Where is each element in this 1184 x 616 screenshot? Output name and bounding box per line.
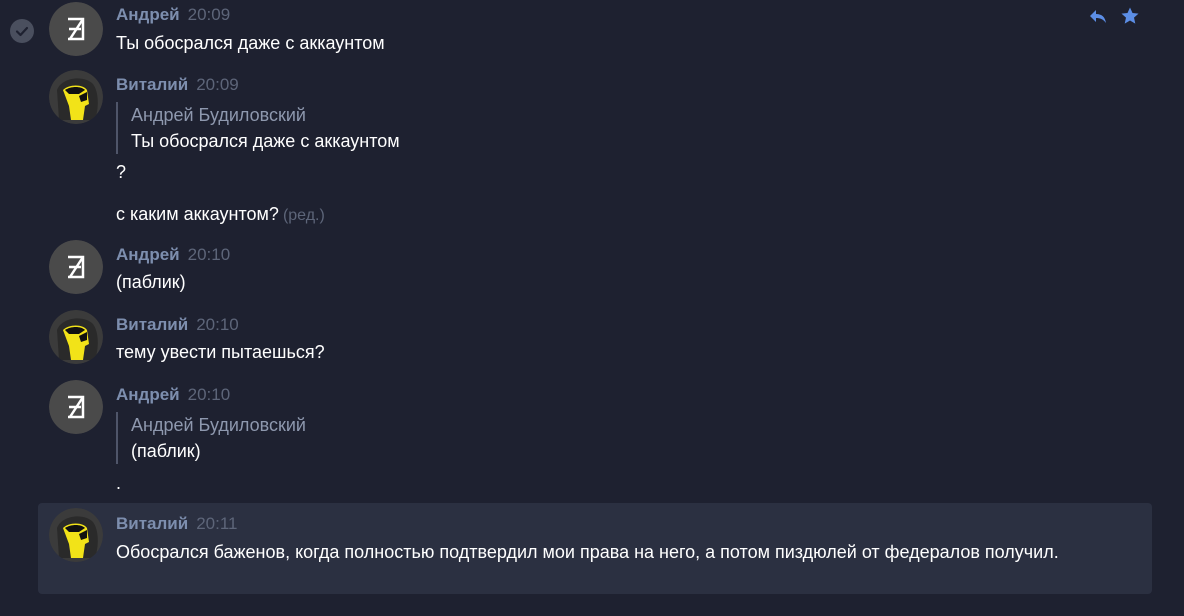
- message-text: с каким аккаунтом?: [116, 204, 279, 224]
- message-item-selected[interactable]: Виталий 20:11 Обосрался баженов, когда по…: [38, 503, 1152, 594]
- message-text: Ты обосрался даже с аккаунтом: [116, 33, 385, 53]
- avatar[interactable]: [49, 380, 103, 434]
- quote-text: (паблик): [131, 441, 201, 461]
- message-item[interactable]: Андрей 20:10 Андрей Будиловский (паблик) …: [38, 376, 1152, 500]
- reply-quote[interactable]: Андрей Будиловский (паблик): [116, 412, 306, 464]
- message-item[interactable]: Виталий 20:10 тему увести пытаешься?: [38, 306, 1152, 376]
- author-name[interactable]: Виталий: [116, 315, 188, 334]
- timestamp: 20:10: [187, 385, 231, 404]
- message-text-line: с каким аккаунтом? (ред.): [116, 204, 325, 225]
- reply-quote[interactable]: Андрей Будиловский Ты обосрался даже с а…: [116, 102, 400, 154]
- author-name[interactable]: Виталий: [116, 514, 188, 533]
- author-name[interactable]: Виталий: [116, 75, 188, 94]
- quote-author: Андрей Будиловский: [131, 415, 306, 435]
- timestamp: 20:10: [196, 315, 239, 334]
- avatar[interactable]: [49, 508, 103, 562]
- message-text: ?: [116, 162, 127, 182]
- message-text: тему увести пытаешься?: [116, 342, 325, 362]
- message-text: (паблик): [116, 272, 186, 292]
- message-item[interactable]: Виталий 20:09 Андрей Будиловский Ты обоср…: [38, 66, 1152, 236]
- avatar[interactable]: [49, 310, 103, 364]
- select-check-icon[interactable]: [10, 19, 34, 43]
- message-text: Обосрался баженов, когда полностью подтв…: [116, 542, 1059, 562]
- author-name[interactable]: Андрей: [116, 385, 180, 404]
- message-text: .: [116, 473, 122, 493]
- message-item[interactable]: Андрей 20:10 (паблик): [38, 236, 1152, 306]
- edited-label: (ред.): [282, 207, 325, 224]
- avatar[interactable]: [49, 70, 103, 124]
- chat-history: Андрей 20:09 Ты обосрался даже с аккаунто…: [0, 0, 1184, 616]
- author-name[interactable]: Андрей: [116, 245, 180, 264]
- timestamp: 20:11: [196, 514, 238, 533]
- timestamp: 20:10: [187, 245, 231, 264]
- author-name[interactable]: Андрей: [116, 5, 180, 24]
- timestamp: 20:09: [196, 75, 239, 94]
- avatar[interactable]: [49, 240, 103, 294]
- quote-author: Андрей Будиловский: [131, 105, 306, 125]
- message-item[interactable]: Андрей 20:09 Ты обосрался даже с аккаунто…: [38, 0, 1152, 66]
- avatar[interactable]: [49, 2, 103, 56]
- quote-text: Ты обосрался даже с аккаунтом: [131, 131, 400, 151]
- timestamp: 20:09: [187, 5, 231, 24]
